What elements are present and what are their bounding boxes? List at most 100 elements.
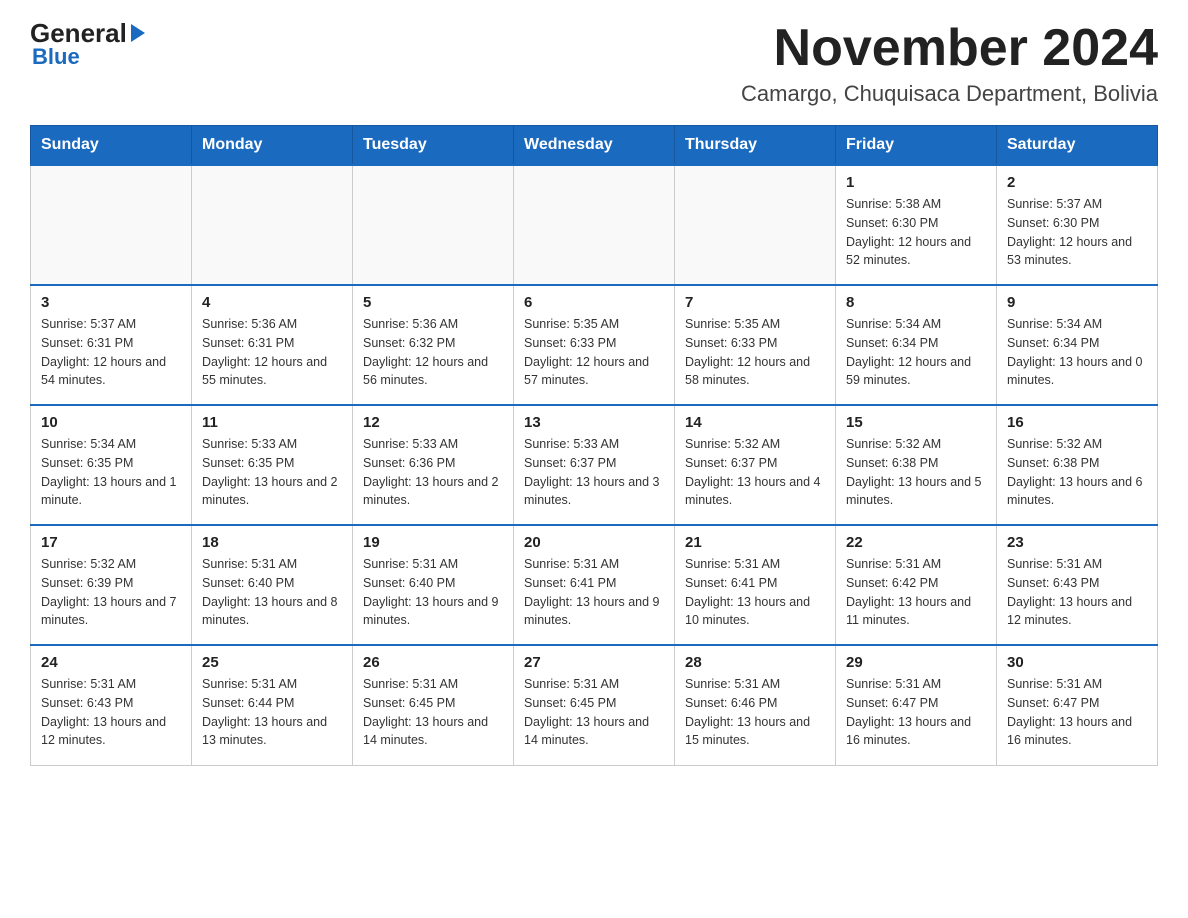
calendar-cell: 5 Sunrise: 5:36 AMSunset: 6:32 PMDaylight… bbox=[353, 285, 514, 405]
day-info: Sunrise: 5:34 AMSunset: 6:34 PMDaylight:… bbox=[1007, 315, 1147, 390]
logo-blue-text: Blue bbox=[32, 44, 80, 70]
day-number: 12 bbox=[363, 414, 503, 431]
calendar-cell: 22Sunrise: 5:31 AMSunset: 6:42 PMDayligh… bbox=[836, 525, 997, 645]
logo: General Blue bbox=[30, 20, 145, 70]
calendar-cell: 8Sunrise: 5:34 AMSunset: 6:34 PMDaylight… bbox=[836, 285, 997, 405]
calendar-cell: 15 Sunrise: 5:32 AMSunset: 6:38 PMDayligh… bbox=[836, 405, 997, 525]
calendar-cell: 21Sunrise: 5:31 AMSunset: 6:41 PMDayligh… bbox=[675, 525, 836, 645]
calendar-week-row: 1 Sunrise: 5:38 AMSunset: 6:30 PMDaylight… bbox=[31, 165, 1158, 285]
day-number: 3 bbox=[41, 294, 181, 311]
calendar-cell bbox=[514, 165, 675, 285]
calendar-header-row: SundayMondayTuesdayWednesdayThursdayFrid… bbox=[31, 126, 1158, 166]
day-info: Sunrise: 5:31 AMSunset: 6:43 PMDaylight:… bbox=[1007, 555, 1147, 630]
title-area: November 2024 Camargo, Chuquisaca Depart… bbox=[741, 20, 1158, 107]
calendar-cell: 14Sunrise: 5:32 AMSunset: 6:37 PMDayligh… bbox=[675, 405, 836, 525]
day-number: 8 bbox=[846, 294, 986, 311]
day-of-week-header: Tuesday bbox=[353, 126, 514, 166]
day-of-week-header: Saturday bbox=[997, 126, 1158, 166]
day-info: Sunrise: 5:31 AMSunset: 6:41 PMDaylight:… bbox=[524, 555, 664, 630]
day-info: Sunrise: 5:32 AMSunset: 6:39 PMDaylight:… bbox=[41, 555, 181, 630]
month-title: November 2024 bbox=[741, 20, 1158, 77]
day-info: Sunrise: 5:31 AMSunset: 6:47 PMDaylight:… bbox=[846, 675, 986, 750]
calendar-cell: 11 Sunrise: 5:33 AMSunset: 6:35 PMDayligh… bbox=[192, 405, 353, 525]
day-of-week-header: Monday bbox=[192, 126, 353, 166]
day-number: 21 bbox=[685, 534, 825, 551]
calendar-cell: 30 Sunrise: 5:31 AMSunset: 6:47 PMDayligh… bbox=[997, 645, 1158, 765]
day-info: Sunrise: 5:31 AMSunset: 6:45 PMDaylight:… bbox=[524, 675, 664, 750]
day-number: 13 bbox=[524, 414, 664, 431]
day-number: 15 bbox=[846, 414, 986, 431]
day-number: 5 bbox=[363, 294, 503, 311]
day-number: 28 bbox=[685, 654, 825, 671]
day-number: 30 bbox=[1007, 654, 1147, 671]
calendar-cell: 6 Sunrise: 5:35 AMSunset: 6:33 PMDaylight… bbox=[514, 285, 675, 405]
day-number: 18 bbox=[202, 534, 342, 551]
calendar-cell bbox=[353, 165, 514, 285]
day-number: 14 bbox=[685, 414, 825, 431]
day-info: Sunrise: 5:31 AMSunset: 6:47 PMDaylight:… bbox=[1007, 675, 1147, 750]
day-info: Sunrise: 5:32 AMSunset: 6:38 PMDaylight:… bbox=[1007, 435, 1147, 510]
calendar-cell: 17 Sunrise: 5:32 AMSunset: 6:39 PMDayligh… bbox=[31, 525, 192, 645]
logo-arrow-icon bbox=[131, 24, 145, 42]
calendar-cell: 12 Sunrise: 5:33 AMSunset: 6:36 PMDayligh… bbox=[353, 405, 514, 525]
page-header: General Blue November 2024 Camargo, Chuq… bbox=[30, 20, 1158, 107]
calendar-week-row: 10Sunrise: 5:34 AMSunset: 6:35 PMDayligh… bbox=[31, 405, 1158, 525]
calendar-cell: 28 Sunrise: 5:31 AMSunset: 6:46 PMDayligh… bbox=[675, 645, 836, 765]
day-number: 29 bbox=[846, 654, 986, 671]
day-info: Sunrise: 5:31 AMSunset: 6:45 PMDaylight:… bbox=[363, 675, 503, 750]
day-number: 24 bbox=[41, 654, 181, 671]
calendar-cell: 16 Sunrise: 5:32 AMSunset: 6:38 PMDayligh… bbox=[997, 405, 1158, 525]
day-of-week-header: Thursday bbox=[675, 126, 836, 166]
day-info: Sunrise: 5:31 AMSunset: 6:46 PMDaylight:… bbox=[685, 675, 825, 750]
calendar-cell: 3 Sunrise: 5:37 AMSunset: 6:31 PMDaylight… bbox=[31, 285, 192, 405]
day-of-week-header: Sunday bbox=[31, 126, 192, 166]
day-info: Sunrise: 5:34 AMSunset: 6:35 PMDaylight:… bbox=[41, 435, 181, 510]
day-info: Sunrise: 5:35 AMSunset: 6:33 PMDaylight:… bbox=[524, 315, 664, 390]
day-info: Sunrise: 5:36 AMSunset: 6:32 PMDaylight:… bbox=[363, 315, 503, 390]
calendar-cell: 7Sunrise: 5:35 AMSunset: 6:33 PMDaylight… bbox=[675, 285, 836, 405]
calendar-week-row: 24 Sunrise: 5:31 AMSunset: 6:43 PMDayligh… bbox=[31, 645, 1158, 765]
day-number: 4 bbox=[202, 294, 342, 311]
calendar-cell bbox=[192, 165, 353, 285]
day-info: Sunrise: 5:33 AMSunset: 6:36 PMDaylight:… bbox=[363, 435, 503, 510]
calendar-table: SundayMondayTuesdayWednesdayThursdayFrid… bbox=[30, 125, 1158, 766]
day-info: Sunrise: 5:37 AMSunset: 6:31 PMDaylight:… bbox=[41, 315, 181, 390]
day-info: Sunrise: 5:31 AMSunset: 6:40 PMDaylight:… bbox=[202, 555, 342, 630]
day-number: 7 bbox=[685, 294, 825, 311]
day-number: 17 bbox=[41, 534, 181, 551]
calendar-cell: 25 Sunrise: 5:31 AMSunset: 6:44 PMDayligh… bbox=[192, 645, 353, 765]
day-info: Sunrise: 5:31 AMSunset: 6:44 PMDaylight:… bbox=[202, 675, 342, 750]
calendar-cell: 13Sunrise: 5:33 AMSunset: 6:37 PMDayligh… bbox=[514, 405, 675, 525]
logo-general-text: General bbox=[30, 20, 145, 46]
day-number: 11 bbox=[202, 414, 342, 431]
calendar-cell: 20 Sunrise: 5:31 AMSunset: 6:41 PMDayligh… bbox=[514, 525, 675, 645]
day-number: 6 bbox=[524, 294, 664, 311]
day-of-week-header: Wednesday bbox=[514, 126, 675, 166]
calendar-cell: 1 Sunrise: 5:38 AMSunset: 6:30 PMDaylight… bbox=[836, 165, 997, 285]
calendar-cell: 29 Sunrise: 5:31 AMSunset: 6:47 PMDayligh… bbox=[836, 645, 997, 765]
calendar-cell: 9 Sunrise: 5:34 AMSunset: 6:34 PMDaylight… bbox=[997, 285, 1158, 405]
day-number: 27 bbox=[524, 654, 664, 671]
day-number: 23 bbox=[1007, 534, 1147, 551]
day-number: 9 bbox=[1007, 294, 1147, 311]
day-info: Sunrise: 5:31 AMSunset: 6:40 PMDaylight:… bbox=[363, 555, 503, 630]
day-number: 2 bbox=[1007, 174, 1147, 191]
day-info: Sunrise: 5:36 AMSunset: 6:31 PMDaylight:… bbox=[202, 315, 342, 390]
day-info: Sunrise: 5:33 AMSunset: 6:35 PMDaylight:… bbox=[202, 435, 342, 510]
day-number: 25 bbox=[202, 654, 342, 671]
day-info: Sunrise: 5:32 AMSunset: 6:38 PMDaylight:… bbox=[846, 435, 986, 510]
day-info: Sunrise: 5:31 AMSunset: 6:42 PMDaylight:… bbox=[846, 555, 986, 630]
calendar-cell bbox=[31, 165, 192, 285]
calendar-cell: 24 Sunrise: 5:31 AMSunset: 6:43 PMDayligh… bbox=[31, 645, 192, 765]
calendar-cell: 4 Sunrise: 5:36 AMSunset: 6:31 PMDaylight… bbox=[192, 285, 353, 405]
day-number: 16 bbox=[1007, 414, 1147, 431]
day-info: Sunrise: 5:31 AMSunset: 6:43 PMDaylight:… bbox=[41, 675, 181, 750]
day-number: 1 bbox=[846, 174, 986, 191]
calendar-week-row: 3 Sunrise: 5:37 AMSunset: 6:31 PMDaylight… bbox=[31, 285, 1158, 405]
location-title: Camargo, Chuquisaca Department, Bolivia bbox=[741, 81, 1158, 107]
day-info: Sunrise: 5:38 AMSunset: 6:30 PMDaylight:… bbox=[846, 195, 986, 270]
calendar-cell: 18 Sunrise: 5:31 AMSunset: 6:40 PMDayligh… bbox=[192, 525, 353, 645]
day-number: 20 bbox=[524, 534, 664, 551]
calendar-cell: 2Sunrise: 5:37 AMSunset: 6:30 PMDaylight… bbox=[997, 165, 1158, 285]
calendar-week-row: 17 Sunrise: 5:32 AMSunset: 6:39 PMDayligh… bbox=[31, 525, 1158, 645]
